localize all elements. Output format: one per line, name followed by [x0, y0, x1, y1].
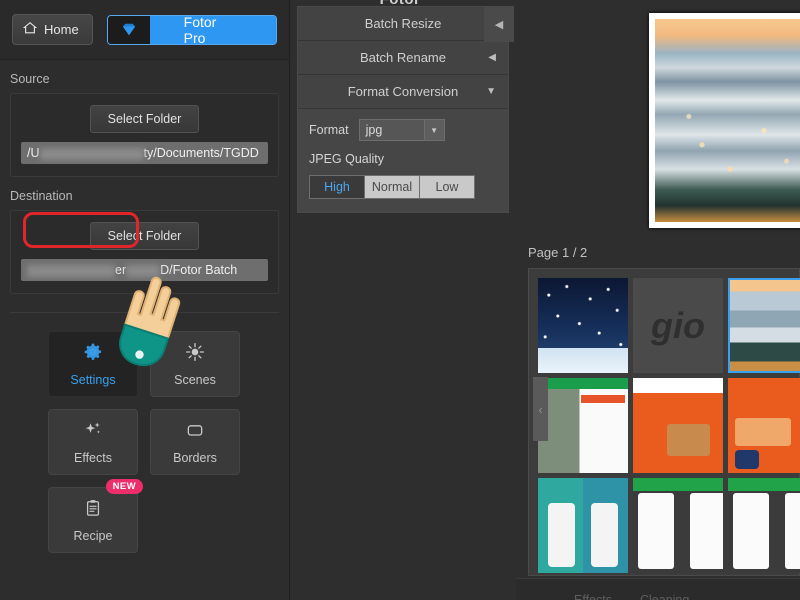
middle-options-panel: Batch Resize ◀ Batch Rename ◀ Format Con…: [291, 0, 515, 600]
thumbnail-grid: gio: [538, 278, 800, 573]
hand-cursor-pointer: [106, 268, 206, 378]
preview-image-frame[interactable]: [649, 13, 800, 228]
chevron-down-icon: ▼: [486, 86, 496, 97]
collapse-panel-button[interactable]: ◀: [484, 6, 514, 42]
tool-button-effects[interactable]: Effects: [48, 409, 138, 475]
misty-landscape-preview: [655, 19, 800, 222]
batch-options-container: Batch Resize ◀ Batch Rename ◀ Format Con…: [297, 6, 509, 213]
accordion-batch-resize[interactable]: Batch Resize ◀: [298, 7, 508, 41]
source-group: Select Folder /Uxxxxxxxxxxxxxxty/Documen…: [10, 93, 279, 177]
left-panel: Home Fotor Pro Source Select Folder /Uxx…: [0, 0, 290, 600]
right-preview-panel: Page 1 / 2 ‹ gio Effects Cleaning: [516, 0, 800, 600]
thumbnail-item-starry-night[interactable]: [538, 278, 628, 373]
quality-option-low[interactable]: Low: [420, 176, 474, 198]
destination-section-label: Destination: [10, 189, 73, 203]
diamond-icon: [107, 15, 150, 44]
source-section-label: Source: [10, 72, 50, 86]
format-conversion-body: Format jpg ▼ JPEG Quality High Normal Lo…: [298, 109, 508, 212]
thumbnail-logo-text: gio: [651, 304, 705, 346]
accordion-label-batch-rename: Batch Rename: [360, 50, 446, 65]
bottom-status-strip: Effects Cleaning: [516, 578, 800, 600]
quality-option-normal[interactable]: Normal: [365, 176, 420, 198]
clipboard-icon: [83, 498, 103, 523]
tool-label-borders: Borders: [173, 450, 217, 465]
bottom-labels: Effects Cleaning: [574, 593, 717, 600]
thumbnail-item-orange-delivery[interactable]: [633, 378, 723, 473]
thumbnail-item-green-app[interactable]: [538, 378, 628, 473]
source-path-suffix: ty/Documents/TGDD: [143, 146, 259, 160]
accordion-label-batch-resize: Batch Resize: [364, 16, 442, 31]
page-indicator: Page 1 / 2: [528, 245, 588, 260]
bottom-label-effects: Effects: [574, 593, 612, 600]
fotor-batch-window: Fotor Home Fotor Pro: [0, 0, 800, 600]
house-icon: [22, 21, 38, 38]
fotor-pro-label: Fotor Pro: [149, 15, 276, 44]
destination-select-folder-button[interactable]: Select Folder: [89, 222, 200, 250]
gear-icon: [83, 342, 103, 367]
thumbnail-item-shop-app-2[interactable]: [728, 478, 800, 573]
new-badge: NEW: [105, 479, 143, 494]
format-label: Format: [309, 123, 349, 137]
tool-label-effects: Effects: [74, 450, 112, 465]
tool-button-recipe[interactable]: NEW Recipe: [48, 479, 143, 553]
thumbnail-item-phone-map[interactable]: [538, 478, 628, 573]
bottom-label-cleaning: Cleaning: [639, 593, 690, 600]
accordion-label-format-conversion: Format Conversion: [347, 84, 459, 99]
source-path-prefix: /U: [27, 146, 40, 160]
format-row: Format jpg ▼: [309, 119, 497, 141]
home-button-label: Home: [44, 22, 79, 37]
scroll-left-button[interactable]: ‹: [533, 377, 548, 441]
thumbnail-item-shop-app[interactable]: [633, 478, 723, 573]
format-select-value: jpg: [365, 123, 383, 137]
chevron-left-icon-2: ◀: [488, 52, 496, 63]
top-toolbar: Home Fotor Pro: [0, 0, 289, 60]
fotor-pro-button[interactable]: Fotor Pro: [106, 14, 277, 45]
tool-button-borders[interactable]: Borders: [150, 409, 240, 475]
format-select[interactable]: jpg ▼: [358, 119, 445, 141]
jpeg-quality-label: JPEG Quality: [309, 152, 385, 166]
accordion-batch-rename[interactable]: Batch Rename ◀: [298, 41, 508, 75]
chevron-down-icon-format: ▼: [423, 120, 444, 140]
destination-path-masked-1: xxxxxxxxxxx: [27, 264, 115, 277]
thumbnail-item-logo-text[interactable]: gio: [633, 278, 723, 373]
source-select-folder-button[interactable]: Select Folder: [89, 105, 200, 133]
home-button[interactable]: Home: [12, 14, 93, 45]
sparkle-icon: [82, 420, 104, 445]
thumbnail-item-orange-box[interactable]: [728, 378, 800, 473]
app-title: Fotor: [0, 0, 800, 8]
rounded-square-icon: [184, 420, 206, 445]
tool-label-recipe: Recipe: [73, 528, 113, 543]
quality-option-high[interactable]: High: [310, 176, 365, 198]
source-path-field[interactable]: /Uxxxxxxxxxxxxxxty/Documents/TGDD: [21, 142, 268, 164]
jpeg-quality-segmented-control: High Normal Low: [309, 175, 475, 199]
source-path-masked: xxxxxxxxxxxxxx: [39, 147, 144, 160]
thumbnail-item-misty-landscape[interactable]: [728, 278, 800, 373]
thumbnail-panel: ‹ gio: [528, 268, 800, 576]
accordion-format-conversion[interactable]: Format Conversion ▼: [298, 75, 508, 109]
